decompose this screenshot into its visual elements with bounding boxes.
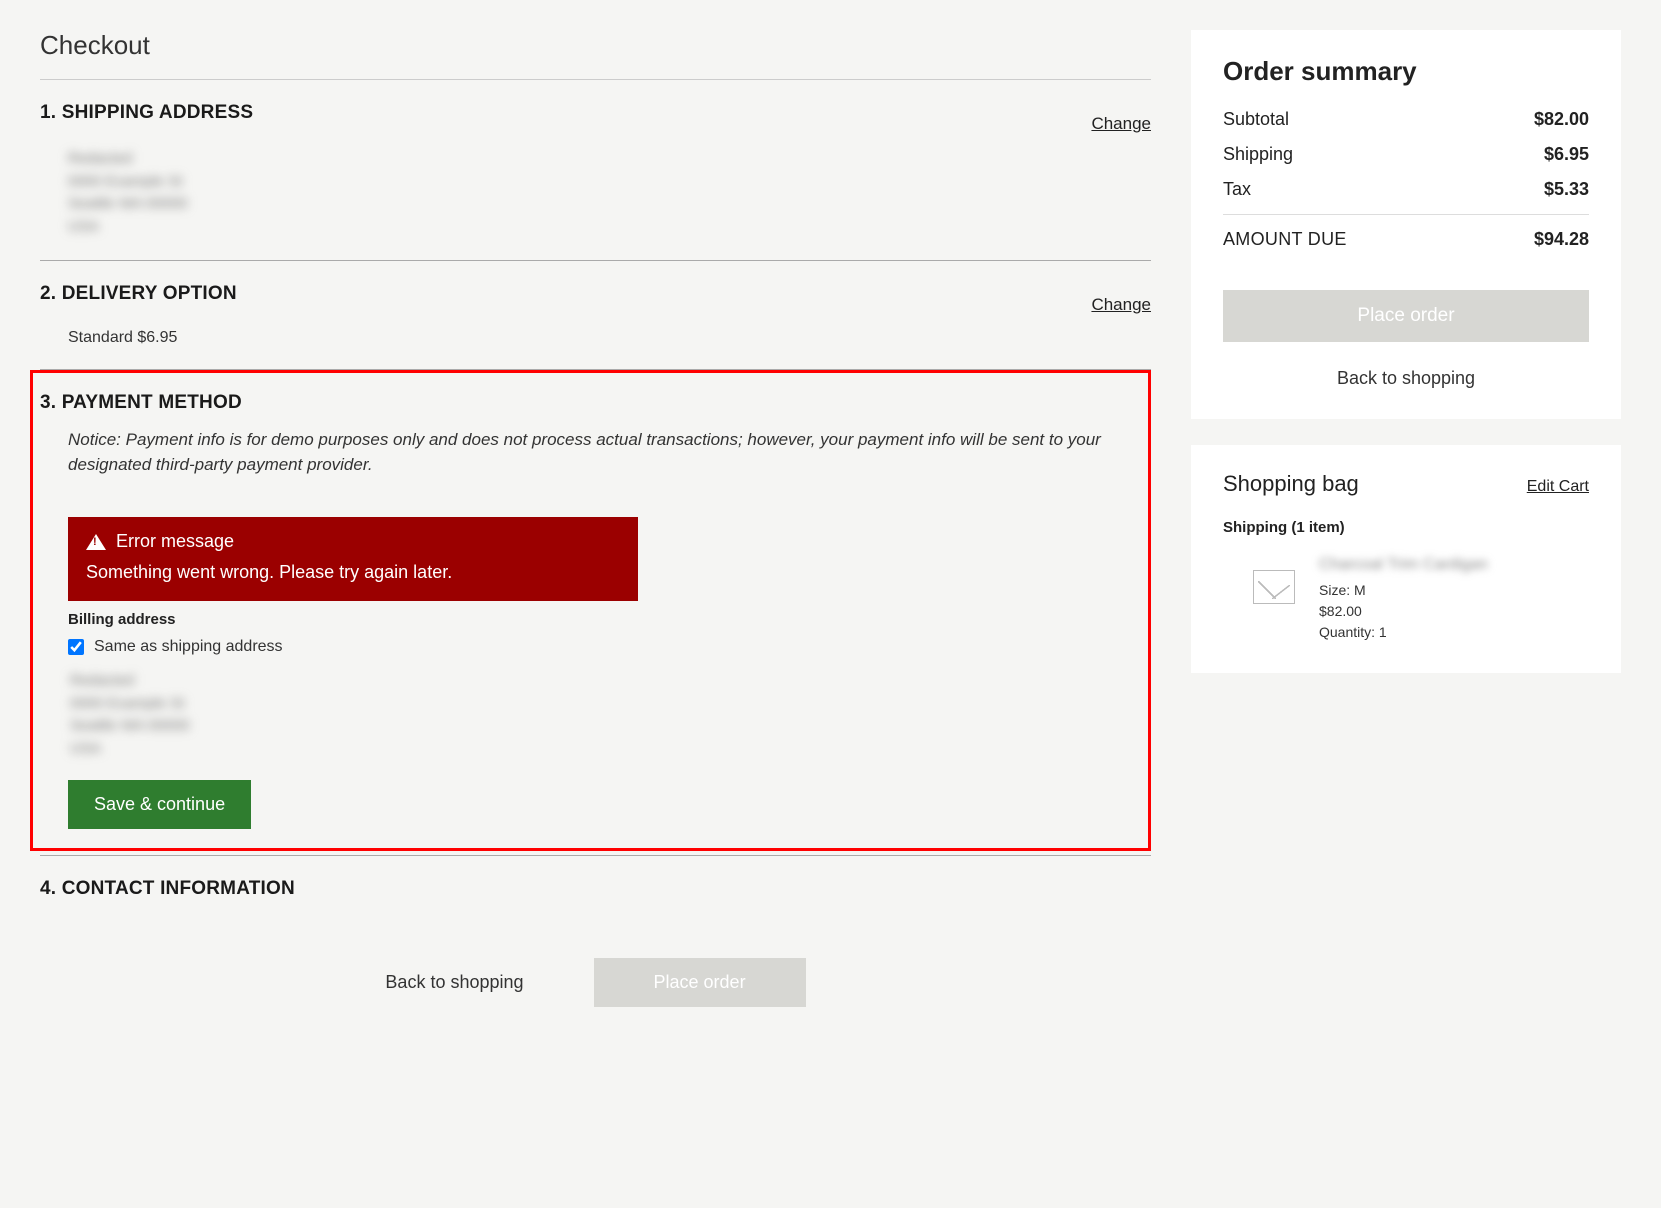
bag-item: Charcoal Trim Cardigan Size: M $82.00 Qu…: [1223, 556, 1589, 643]
bag-item-qty: Quantity: 1: [1319, 622, 1488, 643]
step-delivery: 2. DELIVERY OPTION Change Standard $6.95: [40, 261, 1151, 370]
tax-label: Tax: [1223, 179, 1251, 200]
back-to-shopping-side[interactable]: Back to shopping: [1223, 368, 1589, 389]
bag-item-name: Charcoal Trim Cardigan: [1319, 556, 1488, 574]
shipping-value: $6.95: [1544, 144, 1589, 165]
bottom-actions: Back to shopping Place order: [40, 958, 1151, 1007]
shipping-label: Shipping: [1223, 144, 1293, 165]
step-payment-title: 3. PAYMENT METHOD: [40, 392, 242, 414]
shopping-bag-title: Shopping bag: [1223, 471, 1359, 497]
same-as-shipping-checkbox[interactable]: [68, 639, 84, 655]
shopping-bag-card: Shopping bag Edit Cart Shipping (1 item)…: [1191, 445, 1621, 673]
step-shipping: 1. SHIPPING ADDRESS Change Redacted 0000…: [40, 80, 1151, 261]
order-summary-title: Order summary: [1223, 56, 1589, 87]
error-title: Error message: [116, 531, 234, 552]
billing-address-label: Billing address: [68, 611, 1141, 628]
tax-value: $5.33: [1544, 179, 1589, 200]
change-delivery-link[interactable]: Change: [1091, 295, 1151, 315]
order-summary-card: Order summary Subtotal $82.00 Shipping $…: [1191, 30, 1621, 419]
step-contact-title: 4. CONTACT INFORMATION: [40, 878, 1151, 900]
billing-address-masked: Redacted 0000 Example St Seattle WA 0000…: [70, 670, 1141, 760]
image-placeholder-icon: [1253, 570, 1295, 604]
same-as-shipping-label: Same as shipping address: [94, 638, 283, 656]
checkout-main: Checkout 1. SHIPPING ADDRESS Change Reda…: [40, 30, 1151, 1007]
change-shipping-link[interactable]: Change: [1091, 114, 1151, 134]
error-body: Something went wrong. Please try again l…: [86, 562, 620, 583]
page-title: Checkout: [40, 30, 1151, 61]
edit-cart-link[interactable]: Edit Cart: [1527, 478, 1589, 496]
bag-item-price: $82.00: [1319, 601, 1488, 622]
place-order-side-button[interactable]: Place order: [1223, 290, 1589, 342]
checkout-side: Order summary Subtotal $82.00 Shipping $…: [1191, 30, 1621, 699]
payment-notice: Notice: Payment info is for demo purpose…: [40, 414, 1141, 477]
shipping-address-masked: Redacted 0000 Example St Seattle WA 0000…: [68, 148, 1151, 238]
step-contact: 4. CONTACT INFORMATION: [40, 856, 1151, 922]
same-as-shipping-row[interactable]: Same as shipping address: [68, 638, 1141, 656]
payment-highlight-box: 3. PAYMENT METHOD Notice: Payment info i…: [30, 370, 1151, 851]
bag-item-size: Size: M: [1319, 580, 1488, 601]
step-shipping-title: 1. SHIPPING ADDRESS: [40, 102, 253, 124]
amount-due-value: $94.28: [1534, 229, 1589, 250]
payment-error: Error message Something went wrong. Plea…: [68, 517, 638, 601]
subtotal-value: $82.00: [1534, 109, 1589, 130]
back-to-shopping-bottom[interactable]: Back to shopping: [385, 972, 523, 993]
shipping-count: Shipping (1 item): [1223, 519, 1589, 536]
amount-due-label: AMOUNT DUE: [1223, 229, 1347, 250]
delivery-option-text: Standard $6.95: [40, 329, 1151, 347]
place-order-bottom-button[interactable]: Place order: [594, 958, 806, 1007]
save-continue-button[interactable]: Save & continue: [68, 780, 251, 829]
warning-icon: [86, 534, 106, 550]
step-delivery-title: 2. DELIVERY OPTION: [40, 283, 237, 305]
step-payment: 3. PAYMENT METHOD Notice: Payment info i…: [40, 370, 1151, 856]
subtotal-label: Subtotal: [1223, 109, 1289, 130]
summary-divider: [1223, 214, 1589, 215]
